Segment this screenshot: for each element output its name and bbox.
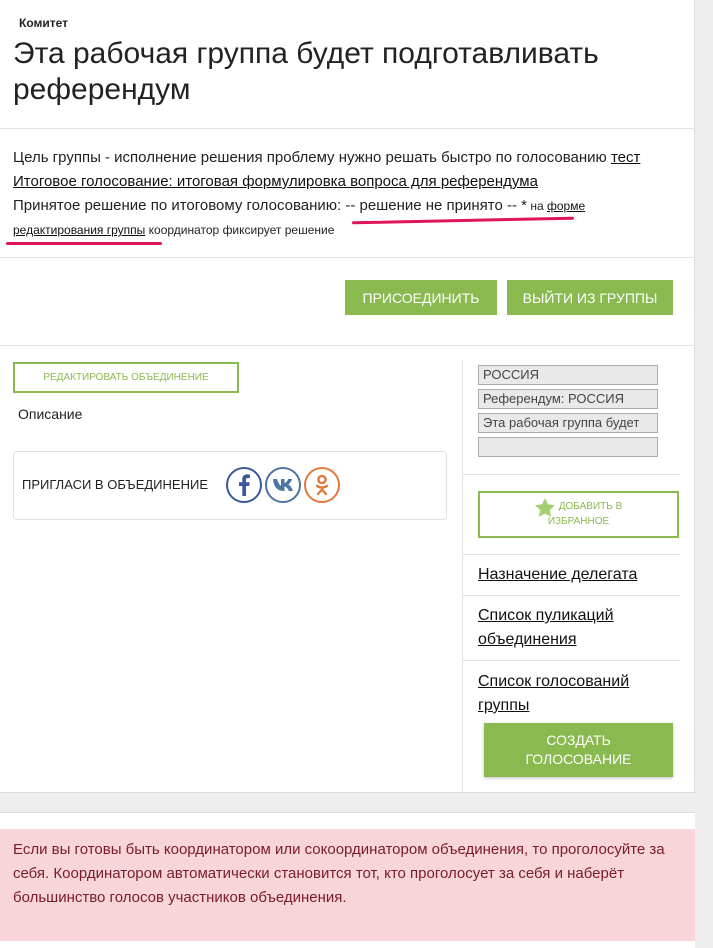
star-icon [535,498,555,517]
share-box: ПРИГЛАСИ В ОБЪЕДИНЕНИЕ [13,451,447,520]
share-label: ПРИГЛАСИ В ОБЪЕДИНЕНИЕ [22,477,208,492]
group-select[interactable]: Эта рабочая группа будет [478,413,658,433]
create-vote-label-2: ГОЛОСОВАНИЕ [525,751,632,767]
notice-text: Если вы готовы быть координатором или со… [13,841,665,906]
description-label: Описание [18,406,83,422]
coordinator-notice: Если вы готовы быть координатором или со… [0,812,695,948]
divider [463,474,680,475]
votes-list-link[interactable]: Список голосований группы [478,670,648,718]
decision-value: : -- решение не принято -- * [337,197,527,214]
decision-row: Принятое решение по итоговому голосовани… [13,194,585,218]
divider [0,128,695,129]
divider [463,554,680,555]
publications-list-link[interactable]: Список пуликаций объединения [478,604,648,652]
divider [463,660,680,661]
vk-icon[interactable] [265,467,301,503]
final-vote-link[interactable]: Итоговое голосование: итоговая формулиро… [13,173,538,190]
final-vote-row: Итоговое голосование: итоговая формулиро… [13,170,538,194]
odnoklassniki-icon[interactable] [304,467,340,503]
region-select[interactable]: РОССИЯ [478,365,658,385]
divider [463,595,680,596]
referendum-select[interactable]: Референдум: РОССИЯ [478,389,658,409]
facebook-icon[interactable] [226,467,262,503]
favorites-label-1: ДОБАВИТЬ В [558,501,623,512]
group-goal: Цель группы - исполнение решения проблем… [13,146,640,170]
edit-form-link-end[interactable]: редактирования группы [13,223,145,237]
subgroup-select[interactable] [478,437,658,457]
divider [0,345,695,346]
referendum-select-value: Референдум: РОССИЯ [483,391,625,406]
add-to-favorites-button[interactable]: ДОБАВИТЬ В ИЗБРАННОЕ [478,491,679,538]
decision-label: Принятое решение по итоговому голосовани… [13,197,338,214]
create-vote-label-1: СОЗДАТЬ [546,732,611,748]
group-type-label: Комитет [19,16,69,30]
divider [0,257,695,258]
decision-row-2: редактирования группы координатор фиксир… [13,218,334,242]
join-button[interactable]: ПРИСОЕДИНИТЬ [345,280,497,315]
red-highlight-mark [6,242,162,245]
edit-union-button[interactable]: РЕДАКТИРОВАТЬ ОБЪЕДИНЕНИЕ [13,362,239,393]
favorites-label-2: ИЗБРАННОЕ [547,516,610,527]
delegate-assignment-link[interactable]: Назначение делегата [478,563,637,587]
goal-link[interactable]: тест [611,149,640,166]
create-vote-button[interactable]: СОЗДАТЬ ГОЛОСОВАНИЕ [484,723,673,777]
region-select-value: РОССИЯ [483,367,540,382]
group-goal-text: Цель группы - исполнение решения проблем… [13,149,611,166]
sidebar-divider [462,360,463,793]
group-card: Комитет Эта рабочая группа будет подгота… [0,0,695,793]
decision-suffix: координатор фиксирует решение [145,223,335,237]
leave-group-button[interactable]: ВЫЙТИ ИЗ ГРУППЫ [507,280,673,315]
edit-form-link-start[interactable]: форме [547,199,585,213]
group-select-value: Эта рабочая группа будет [483,415,640,430]
notice-alert: Если вы готовы быть координатором или со… [0,829,695,941]
decision-mid: на [527,199,547,213]
page-title: Эта рабочая группа будет подготавливать … [13,37,599,106]
